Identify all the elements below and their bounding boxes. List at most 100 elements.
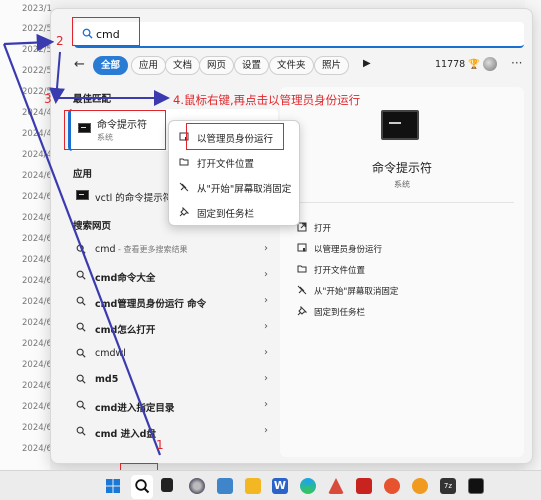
bg-date: 2024/6 [22,423,52,433]
bg-date: 2022/5 [22,66,52,76]
chevron-right-icon: › [264,243,268,254]
web-result-item[interactable]: cmdwl › [68,343,278,365]
bg-date: 2024/6 [22,339,52,349]
edge-browser-icon[interactable] [300,478,316,494]
web-result-query: cmdwl [95,348,126,359]
web-result-item[interactable]: cmd怎么打开 › [68,317,278,339]
search-icon [76,244,86,254]
search-icon [76,270,86,280]
web-result-label: cmd管理员身份运行 命令 [95,296,206,310]
annotation-step1: 1 [156,438,164,452]
windows-start-icon[interactable] [105,478,121,494]
highlight-best-match [64,110,166,150]
file-explorer-icon[interactable] [245,478,261,494]
terminal-app-icon[interactable] [468,478,484,494]
web-result-query: cmd进入指定目录 [95,403,175,414]
app-red-icon[interactable] [384,478,400,494]
filter-photos[interactable]: 照片 [314,56,350,75]
bg-date: 2023/1 [22,4,52,14]
cmd-app-large-icon [381,110,419,140]
filter-bar: ← 全部 应用 文档 网页 设置 文件夹 照片 ▶ 11778 🏆 ··· [71,54,526,76]
bg-date: 2024/6 [22,255,52,265]
filter-all[interactable]: 全部 [93,56,129,75]
search-icon [76,348,86,358]
web-result-item[interactable]: cmd - 查看更多搜索结果 › [68,239,278,261]
ctx-label: 从"开始"屏幕取消固定 [197,184,292,195]
photos-app-icon[interactable] [217,478,233,494]
pin-icon [179,207,189,217]
web-result-item[interactable]: md5 › [68,369,278,391]
avatar[interactable] [483,57,497,71]
app-red-triangle-icon[interactable] [328,478,344,494]
word-app-icon[interactable]: W [272,478,288,494]
unpin-icon [297,285,307,295]
settings-gear-icon[interactable] [189,478,205,494]
search-icon [76,374,86,384]
web-result-query: md5 [95,374,119,385]
chevron-right-icon: › [264,269,268,280]
annotation-step3: 3 [44,92,52,106]
ctx-label: 固定到任务栏 [197,209,255,220]
folder-icon [297,265,307,273]
bg-date: 2024/6 [22,297,52,307]
app-result-label: vctl 的命令提示符 [95,190,172,204]
action-label: 打开 [314,224,332,234]
divider [290,202,514,203]
web-result-item[interactable]: cmd 进入d盘 › [68,421,278,443]
background-file-list: 2023/1 2022/5 2022/5 2022/5 2022/5 2024/… [0,0,52,470]
ctx-label: 打开文件位置 [197,159,255,170]
ctx-unpin-start[interactable]: 从"开始"屏幕取消固定 [175,177,295,197]
more-options-icon[interactable]: ··· [511,56,522,70]
detail-subtitle: 系统 [394,180,410,189]
filter-folders[interactable]: 文件夹 [269,56,314,75]
web-result-label: cmdwl [95,348,126,359]
search-icon [76,322,86,332]
result-count[interactable]: 11778 🏆 [435,59,480,70]
bg-date: 2024/6 [22,318,52,328]
bg-date: 2024/6 [22,444,52,454]
bg-date: 2024/6 [22,171,52,181]
bg-date: 2022/5 [22,45,52,55]
web-result-query: cmd 进入d盘 [95,429,156,440]
chevron-right-icon: › [264,373,268,384]
bg-date: 2024/6 [22,213,52,223]
web-result-label: cmd - 查看更多搜索结果 [95,244,188,255]
web-result-hint: - 查看更多搜索结果 [115,245,188,254]
web-result-item[interactable]: cmd命令大全 › [68,265,278,287]
bg-date: 2024/6 [22,276,52,286]
task-view-icon[interactable] [161,478,173,492]
bg-date: 2024/6 [22,192,52,202]
ctx-pin-taskbar[interactable]: 固定到任务栏 [175,202,295,222]
filter-web[interactable]: 网页 [199,56,235,75]
more-filters-play-icon[interactable]: ▶ [363,58,371,69]
search-icon [76,400,86,410]
result-count-value: 11778 [435,59,466,70]
web-result-label: cmd命令大全 [95,270,155,284]
action-label: 从"开始"屏幕取消固定 [314,287,399,297]
chevron-right-icon: › [264,399,268,410]
search-input[interactable]: cmd [74,22,524,48]
back-arrow-icon[interactable]: ← [74,57,85,72]
cmd-app-icon [76,190,89,200]
7zip-app-icon[interactable]: 7z [440,478,456,494]
filter-settings[interactable]: 设置 [234,56,270,75]
taskbar-search-icon[interactable] [134,478,150,494]
filter-apps[interactable]: 应用 [131,56,167,75]
chevron-right-icon: › [264,321,268,332]
highlight-searchbox [72,17,140,46]
bg-date: 2024/6 [22,381,52,391]
web-result-query: cmd命令大全 [95,273,156,284]
ctx-open-location[interactable]: 打开文件位置 [175,152,295,172]
annotation-step4: 4.鼠标右键,再点击以管理员身份运行 [173,93,361,107]
pdf-reader-icon[interactable] [356,478,372,494]
best-match-title: 最佳匹配 [73,94,112,105]
web-result-item[interactable]: cmd进入指定目录 › [68,395,278,417]
magnifier-app-icon[interactable] [412,478,428,494]
web-result-item[interactable]: cmd管理员身份运行 命令 › [68,291,278,313]
filter-documents[interactable]: 文档 [165,56,201,75]
web-result-label: cmd怎么打开 [95,322,155,336]
search-panel: cmd ← 全部 应用 文档 网页 设置 文件夹 照片 ▶ 11778 🏆 ··… [50,8,533,464]
action-label: 以管理员身份运行 [314,245,383,255]
trophy-icon: 🏆 [468,59,481,70]
chevron-right-icon: › [264,425,268,436]
